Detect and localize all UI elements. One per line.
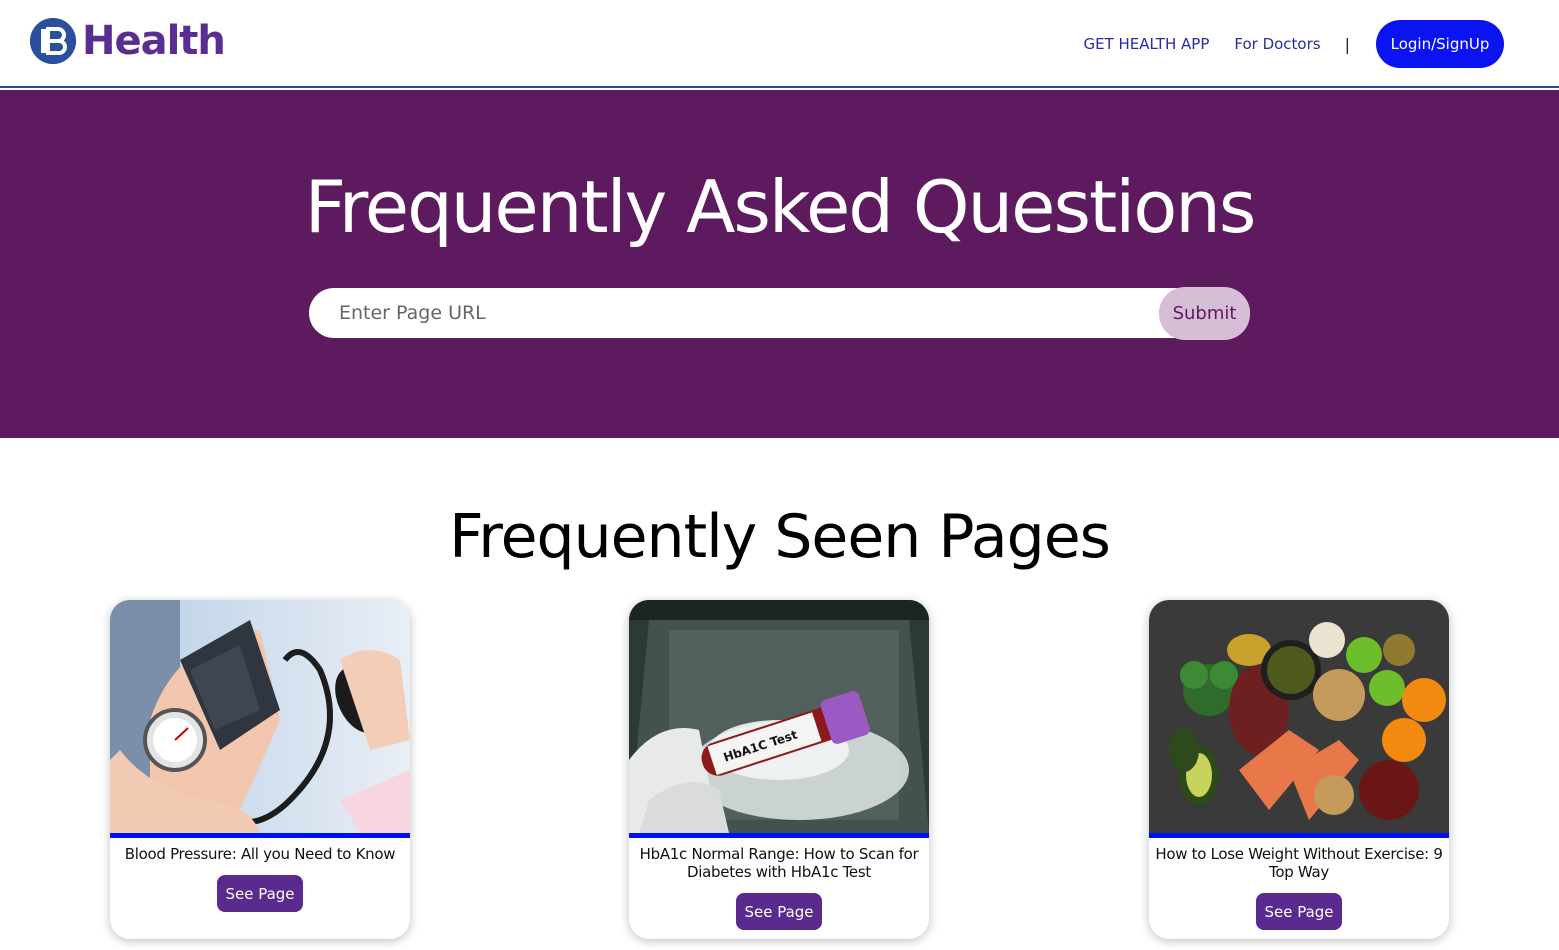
url-search-bar: Submit [309,287,1250,340]
logo-icon [30,18,76,64]
card-title: HbA1c Normal Range: How to Scan for Diab… [639,845,919,881]
card-accent-line [629,833,929,838]
page-card: Blood Pressure: All you Need to Know See… [110,600,410,939]
card-accent-line [1149,833,1449,838]
nav-separator: | [1344,34,1350,54]
hero-banner: Frequently Asked Questions Submit [0,90,1559,438]
card-title: How to Lose Weight Without Exercise: 9 T… [1155,845,1443,881]
login-signup-button[interactable]: Login/SignUp [1376,20,1504,68]
get-health-app-link[interactable]: GET HEALTH APP [1083,35,1209,53]
top-nav: GET HEALTH APP For Doctors | Login/SignU… [1058,20,1504,68]
submit-button[interactable]: Submit [1159,287,1250,340]
healthy-food-image [1149,600,1449,833]
logo-text: Health [82,18,226,64]
for-doctors-link[interactable]: For Doctors [1234,35,1320,53]
hero-title: Frequently Asked Questions [304,165,1257,249]
see-page-button[interactable]: See Page [1256,893,1342,930]
card-title: Blood Pressure: All you Need to Know [124,845,396,863]
hba1c-test-image: HbA1C Test [629,600,929,833]
logo[interactable]: Health [30,18,226,64]
card-accent-line [110,833,410,838]
section-title: Frequently Seen Pages [449,502,1111,572]
see-page-button[interactable]: See Page [217,875,303,912]
page-url-input[interactable] [309,288,1169,338]
see-page-button[interactable]: See Page [736,893,822,930]
page-card: How to Lose Weight Without Exercise: 9 T… [1149,600,1449,939]
site-header: Health GET HEALTH APP For Doctors | Logi… [0,0,1559,88]
page-card: HbA1C Test HbA1c Normal Range: How to Sc… [629,600,929,939]
blood-pressure-image [110,600,410,833]
